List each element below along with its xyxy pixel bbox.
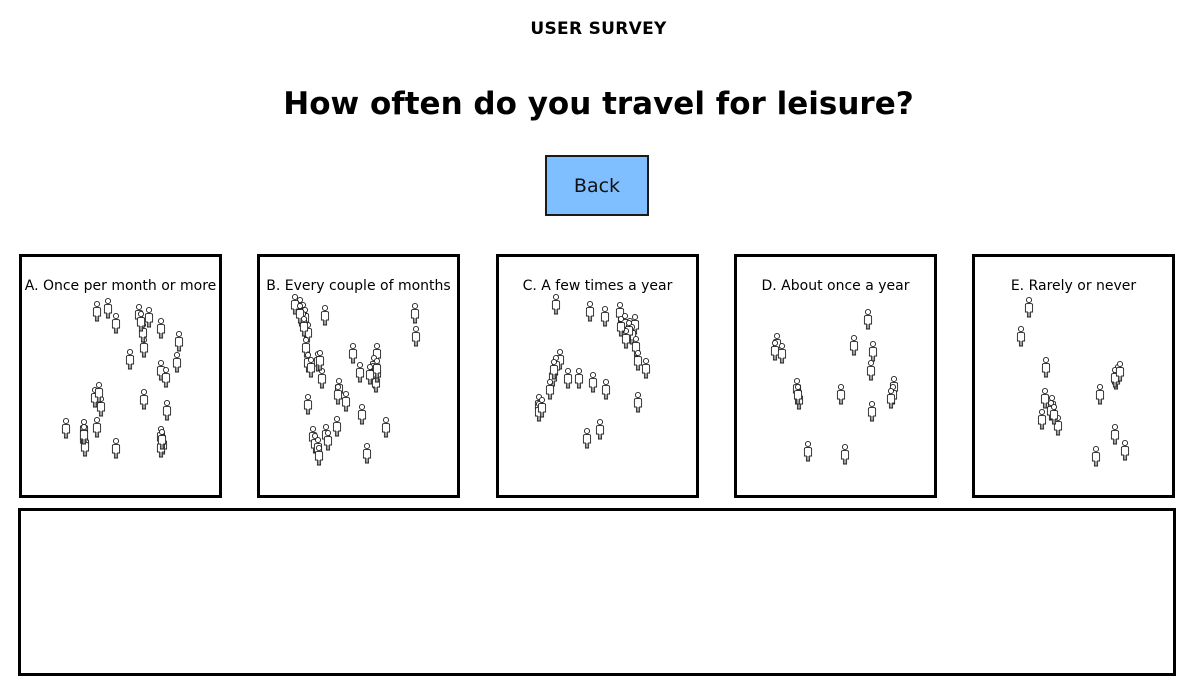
crowd-b xyxy=(290,293,421,466)
survey-header: USER SURVEY xyxy=(530,19,667,39)
person-icon xyxy=(563,367,573,389)
person-icon xyxy=(174,330,184,352)
crowd-d xyxy=(770,308,899,465)
option-a-card[interactable]: A. Once per month or more xyxy=(19,254,222,498)
person-icon xyxy=(574,367,584,389)
person-icon xyxy=(849,334,859,356)
person-icon xyxy=(92,300,102,322)
person-icon xyxy=(867,400,877,422)
question-title: How often do you travel for leisure? xyxy=(283,86,914,122)
person-icon xyxy=(317,367,327,389)
person-icon xyxy=(545,378,555,400)
person-icon xyxy=(410,302,420,324)
person-icon xyxy=(1040,387,1050,409)
person-icon xyxy=(139,388,149,410)
person-icon xyxy=(868,340,878,362)
person-icon xyxy=(588,371,598,393)
person-icon xyxy=(1049,403,1059,425)
person-icon xyxy=(144,306,154,328)
back-button[interactable]: Back xyxy=(545,155,649,216)
person-icon xyxy=(1095,383,1105,405)
crowd-e xyxy=(1016,296,1130,467)
person-icon xyxy=(341,390,351,412)
person-icon xyxy=(172,351,182,373)
person-icon xyxy=(156,317,166,339)
person-icon xyxy=(836,383,846,405)
crowd-c xyxy=(534,293,651,449)
person-icon xyxy=(355,361,365,383)
person-icon xyxy=(633,391,643,413)
person-icon xyxy=(103,297,113,319)
person-icon xyxy=(840,443,850,465)
crowd-a xyxy=(61,297,184,459)
person-icon xyxy=(866,359,876,381)
person-icon xyxy=(314,444,324,466)
person-icon xyxy=(585,300,595,322)
person-icon xyxy=(357,403,367,425)
survey-page: USER SURVEY How often do you travel for … xyxy=(0,0,1197,693)
person-icon xyxy=(777,342,787,364)
person-icon xyxy=(886,387,896,409)
person-icon xyxy=(770,339,780,361)
person-icon xyxy=(111,437,121,459)
person-icon xyxy=(641,357,651,379)
person-icon xyxy=(863,308,873,330)
person-icon xyxy=(332,415,342,437)
person-icon xyxy=(320,304,330,326)
response-area xyxy=(18,508,1176,676)
person-icon xyxy=(381,416,391,438)
person-icon xyxy=(306,356,316,378)
person-icon xyxy=(303,393,313,415)
person-icon xyxy=(92,416,102,438)
option-e-card[interactable]: E. Rarely or never xyxy=(972,254,1175,498)
person-icon xyxy=(333,383,343,405)
person-icon xyxy=(1091,445,1101,467)
person-icon xyxy=(601,378,611,400)
option-b-card[interactable]: B. Every couple of months xyxy=(257,254,460,498)
person-icon xyxy=(595,418,605,440)
person-icon xyxy=(111,312,121,334)
person-icon xyxy=(136,310,146,332)
person-icon xyxy=(125,348,135,370)
person-icon xyxy=(600,305,610,327)
person-icon xyxy=(582,427,592,449)
person-icon xyxy=(633,349,643,371)
person-icon xyxy=(551,293,561,315)
person-icon xyxy=(323,429,333,451)
person-icon xyxy=(1037,408,1047,430)
person-icon xyxy=(1120,439,1130,461)
person-icon xyxy=(1110,423,1120,445)
person-icon xyxy=(61,417,71,439)
person-icon xyxy=(1041,356,1051,378)
person-icon xyxy=(1024,296,1034,318)
person-icon xyxy=(1016,325,1026,347)
person-icon xyxy=(162,399,172,421)
person-icon xyxy=(803,440,813,462)
person-icon xyxy=(348,342,358,364)
option-c-card[interactable]: C. A few times a year xyxy=(496,254,699,498)
option-d-card[interactable]: D. About once a year xyxy=(734,254,937,498)
person-icon xyxy=(411,325,421,347)
person-icon xyxy=(161,366,171,388)
person-icon xyxy=(362,442,372,464)
